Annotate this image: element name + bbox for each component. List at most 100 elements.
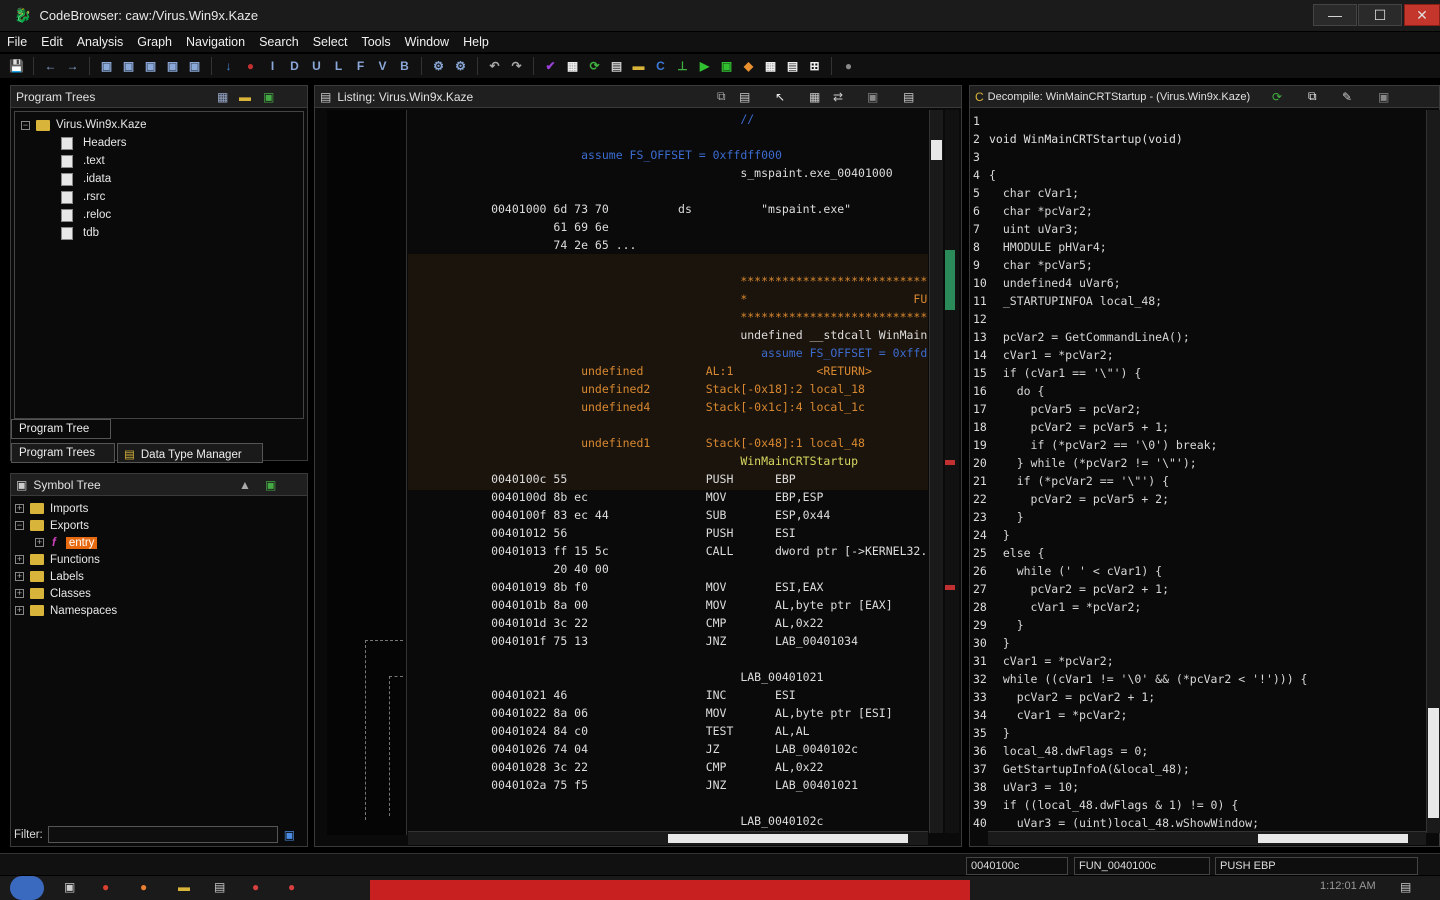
decompile-line[interactable]: 15 if (cVar1 == '\"') { xyxy=(970,364,1425,382)
decompile-line[interactable]: 11 _STARTUPINFOA local_48; xyxy=(970,292,1425,310)
export-icon[interactable]: ▣ xyxy=(263,90,274,104)
gear-icon[interactable]: ⚙ xyxy=(430,58,447,75)
listing-line[interactable]: 0040102a 75 f5 JNZ LAB_00401021 xyxy=(408,776,928,794)
listing-line[interactable]: 00401026 74 04 JZ LAB_0040102c xyxy=(408,740,928,758)
decompile-line[interactable]: 17 pcVar5 = pcVar2; xyxy=(970,400,1425,418)
d-nav-icon[interactable]: D xyxy=(286,58,303,75)
grid-icon[interactable]: ▦ xyxy=(762,58,779,75)
decompile-line[interactable]: 4{ xyxy=(970,166,1425,184)
decompile-line[interactable]: 22 pcVar2 = pcVar5 + 2; xyxy=(970,490,1425,508)
close-button[interactable]: ✕ xyxy=(1404,4,1440,26)
copy-icon[interactable]: ⧉ xyxy=(1308,89,1317,104)
menu-navigation[interactable]: Navigation xyxy=(179,35,252,49)
maximize-button[interactable]: ☐ xyxy=(1358,4,1402,26)
decompile-line[interactable]: 24 } xyxy=(970,526,1425,544)
decompile-line[interactable]: 12 xyxy=(970,310,1425,328)
decompile-line[interactable]: 10 undefined4 uVar6; xyxy=(970,274,1425,292)
listing-line[interactable]: s_mspaint.exe_00401000 xyxy=(408,164,928,182)
decompile-line[interactable]: 1 xyxy=(970,112,1425,130)
decompile-line[interactable]: 33 pcVar2 = pcVar2 + 1; xyxy=(970,688,1425,706)
layout-icon[interactable]: ▤ xyxy=(903,90,914,104)
menu-graph[interactable]: Graph xyxy=(130,35,179,49)
listing-line[interactable]: 00401012 56 PUSH ESI xyxy=(408,524,928,542)
expand-icon[interactable]: + xyxy=(15,589,24,598)
field-icon[interactable]: ▦ xyxy=(809,90,820,104)
down-arrow-icon[interactable]: ↓ xyxy=(220,58,237,75)
listing-code[interactable]: // assume FS_OFFSET = 0xffdff000 s_mspai… xyxy=(408,110,928,835)
tab-data-type-manager[interactable]: ▤ Data Type Manager xyxy=(117,443,263,463)
decompile-line[interactable]: 14 cVar1 = *pcVar2; xyxy=(970,346,1425,364)
listing-line[interactable]: 0040101b 8a 00 MOV AL,byte ptr [EAX] xyxy=(408,596,928,614)
listing-line[interactable]: undefined1 Stack[-0x48]:1 local_48 xyxy=(408,434,928,452)
doc-nav-icon[interactable]: ▣ xyxy=(120,58,137,75)
decompile-line[interactable]: 23 } xyxy=(970,508,1425,526)
ghidra-icon[interactable]: ● xyxy=(288,880,295,894)
overview-bar[interactable] xyxy=(945,110,959,833)
listing-vscroll[interactable] xyxy=(929,110,943,833)
listing-line[interactable]: LAB_00401021 xyxy=(408,668,928,686)
listing-line[interactable]: * FUNCTION xyxy=(408,290,928,308)
forward-arrow-icon[interactable]: → xyxy=(64,58,81,75)
terminal-icon[interactable]: ▤ xyxy=(214,880,225,894)
l-nav-icon[interactable]: L xyxy=(330,58,347,75)
folder-icon[interactable]: ▬ xyxy=(178,880,190,894)
scroll-thumb[interactable] xyxy=(668,834,908,843)
decompile-hscroll[interactable] xyxy=(988,831,1426,845)
chrome-icon[interactable]: ● xyxy=(102,880,109,894)
collapse-icon[interactable]: − xyxy=(15,521,24,530)
listing-line[interactable]: undefined4 Stack[-0x1c]:4 local_1c xyxy=(408,398,928,416)
listing-line[interactable]: 00401019 8b f0 MOV ESI,EAX xyxy=(408,578,928,596)
folder-icon[interactable]: ▬ xyxy=(630,58,647,75)
expand-icon[interactable]: + xyxy=(15,504,24,513)
listing-line[interactable]: 0040101f 75 13 JNZ LAB_00401034 xyxy=(408,632,928,650)
menu-search[interactable]: Search xyxy=(252,35,306,49)
listing-line[interactable]: undefined AL:1 <RETURN> xyxy=(408,362,928,380)
listing-line[interactable]: ****************************************… xyxy=(408,272,928,290)
cursor-icon[interactable]: ↖ xyxy=(775,90,785,104)
table-icon[interactable]: ▦ xyxy=(564,58,581,75)
tree-root[interactable]: − Virus.Win9x.Kaze xyxy=(21,116,303,134)
listing-line[interactable]: assume FS_OFFSET = 0xffdff000 xyxy=(408,146,928,164)
decompile-line[interactable]: 19 if (*pcVar2 == '\0') break; xyxy=(970,436,1425,454)
symbol-item-imports[interactable]: + Imports xyxy=(15,500,307,517)
decompile-line[interactable]: 37 GetStartupInfoA(&local_48); xyxy=(970,760,1425,778)
redo-icon[interactable]: ↷ xyxy=(508,58,525,75)
menu-window[interactable]: Window xyxy=(398,35,456,49)
listing-line[interactable]: undefined __stdcall WinMainCRTStartup(vo… xyxy=(408,326,928,344)
expand-icon[interactable]: + xyxy=(35,538,44,547)
scroll-thumb[interactable] xyxy=(931,140,942,160)
doc-nav-icon[interactable]: ▣ xyxy=(142,58,159,75)
decompile-line[interactable]: 32 while ((cVar1 != '\0' && (*pcVar2 < '… xyxy=(970,670,1425,688)
menu-analysis[interactable]: Analysis xyxy=(70,35,131,49)
symbol-item-exports[interactable]: − Exports xyxy=(15,517,307,534)
decompile-line[interactable]: 20 } while (*pcVar2 != '\"'); xyxy=(970,454,1425,472)
play-icon[interactable]: ▶ xyxy=(696,58,713,75)
i-nav-icon[interactable]: I xyxy=(264,58,281,75)
tree-item[interactable]: .reloc xyxy=(21,206,303,224)
listing-line[interactable]: 00401000 6d 73 70 ds "mspaint.exe" xyxy=(408,200,928,218)
check-icon[interactable]: ✔ xyxy=(542,58,559,75)
window-icon[interactable]: ▤ xyxy=(784,58,801,75)
menu-file[interactable]: File xyxy=(0,35,34,49)
back-arrow-icon[interactable]: ← xyxy=(42,58,59,75)
listing-line[interactable]: undefined2 Stack[-0x18]:2 local_18 xyxy=(408,380,928,398)
stop-icon[interactable]: ● xyxy=(242,58,259,75)
decompile-line[interactable]: 2 void WinMainCRTStartup(void) xyxy=(970,130,1425,148)
decompile-line[interactable]: 36 local_48.dwFlags = 0; xyxy=(970,742,1425,760)
tree-item[interactable]: .idata xyxy=(21,170,303,188)
decompile-line[interactable]: 29 } xyxy=(970,616,1425,634)
menu-select[interactable]: Select xyxy=(306,35,355,49)
doc-nav-icon[interactable]: ▣ xyxy=(98,58,115,75)
listing-line[interactable]: 74 2e 65 ... xyxy=(408,236,928,254)
listing-line[interactable]: 00401024 84 c0 TEST AL,AL xyxy=(408,722,928,740)
listing-line[interactable]: 61 69 6e xyxy=(408,218,928,236)
listing-hscroll[interactable] xyxy=(408,831,928,845)
paste-icon[interactable]: ▤ xyxy=(739,90,750,104)
u-nav-icon[interactable]: U xyxy=(308,58,325,75)
symbol-item-labels[interactable]: + Labels xyxy=(15,568,307,585)
refresh-icon[interactable]: ⟳ xyxy=(1272,90,1282,104)
scroll-thumb[interactable] xyxy=(1428,708,1439,818)
collapse-icon[interactable]: − xyxy=(21,120,30,130)
tab-program-tree[interactable]: Program Tree xyxy=(11,419,111,439)
decompile-line[interactable]: 26 while (' ' < cVar1) { xyxy=(970,562,1425,580)
